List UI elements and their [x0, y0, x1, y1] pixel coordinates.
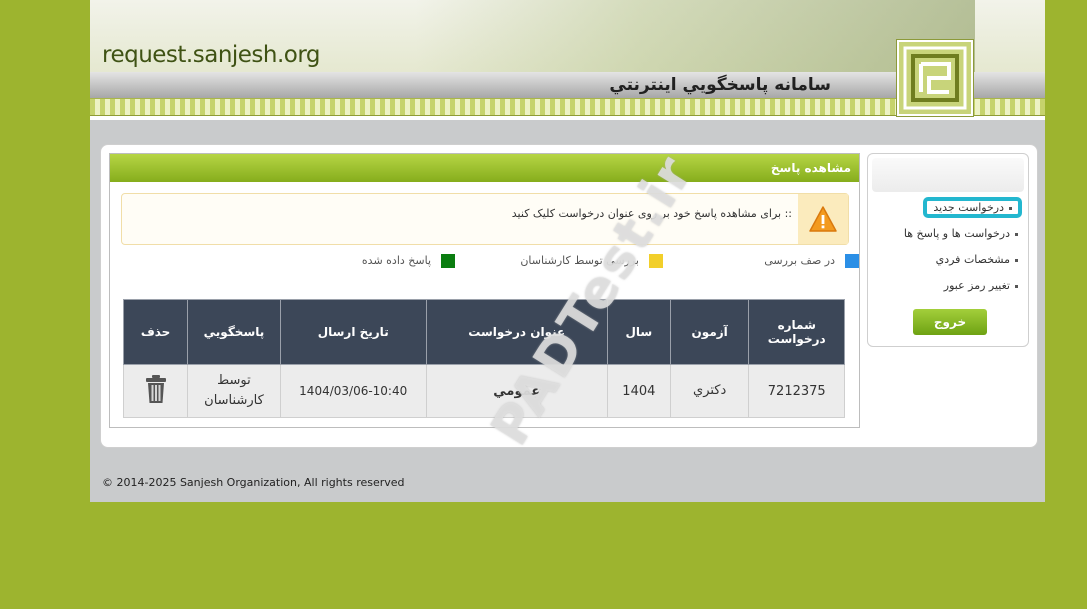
site-header: request.sanjesh.org سامانه پاسخگويي اينت…	[90, 0, 1045, 120]
legend-item-answered: پاسخ داده شده	[362, 254, 455, 268]
sanjesh-logo	[897, 40, 973, 116]
sidebar-item-personal-info[interactable]: مشخصات فردي	[878, 250, 1018, 276]
logo-emblem-icon	[903, 46, 967, 110]
sidebar-user-box	[872, 158, 1024, 192]
header-scenery	[415, 0, 975, 72]
request-date: 1404/03/06-10:40	[279, 364, 427, 418]
panel-title: مشاهده پاسخ	[110, 154, 859, 182]
sidebar-menu: درخواست جديد درخواست ها و پاسخ ها مشخصات…	[878, 197, 1022, 302]
col-header-delete: حذف	[122, 299, 189, 365]
delete-cell	[122, 364, 189, 418]
legend-item-in-queue: در صف بررسی	[764, 254, 859, 268]
page-frame: request.sanjesh.org سامانه پاسخگويي اينت…	[90, 0, 1045, 502]
logout-button[interactable]: خروج	[913, 309, 987, 335]
sidebar-item-new-request[interactable]: درخواست جديد	[878, 197, 1022, 224]
col-header-exam: آزمون	[669, 299, 750, 365]
footer-copyright: © 2014-2025 Sanjesh Organization, All ri…	[102, 476, 405, 489]
site-url: request.sanjesh.org	[102, 42, 321, 68]
requests-table: شماره درخواست آزمون سال عنوان درخواست تا…	[122, 299, 845, 418]
status-legend: در صف بررسی بررسی توسط کارشناسان پاسخ دا…	[110, 254, 859, 274]
col-header-answer: پاسخگويي	[187, 299, 281, 365]
table-row: 7212375 دكتري 1404 عمومي 1404/03/06-10:4…	[122, 364, 845, 418]
request-number: 7212375	[748, 364, 845, 418]
info-alert: :: برای مشاهده پاسخ خود بر روی عنوان درخ…	[121, 193, 849, 245]
trash-icon[interactable]	[145, 374, 167, 408]
warning-icon	[798, 194, 848, 244]
col-header-number: شماره درخواست	[748, 299, 845, 365]
col-header-date: تاريخ ارسال	[279, 299, 427, 365]
view-response-box: مشاهده پاسخ :: برای مشاهده پاسخ خود بر ر…	[109, 153, 860, 428]
request-answer-by: توسط كارشناسان	[187, 364, 281, 418]
sidebar: درخواست جديد درخواست ها و پاسخ ها مشخصات…	[867, 153, 1029, 347]
request-exam: دكتري	[669, 364, 750, 418]
sidebar-item-change-password[interactable]: تغيير رمز عبور	[878, 276, 1018, 302]
site-title: سامانه پاسخگويي اينترنتي	[609, 75, 831, 95]
request-year: 1404	[606, 364, 671, 418]
sidebar-item-requests-and-responses[interactable]: درخواست ها و پاسخ ها	[878, 224, 1018, 250]
